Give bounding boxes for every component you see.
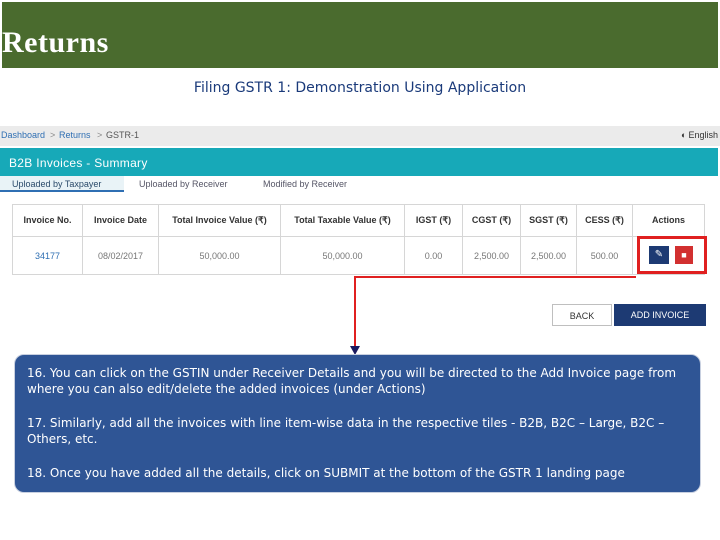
tab-modified-by-receiver[interactable]: Modified by Receiver	[263, 176, 347, 192]
cell-cess: 500.00	[576, 236, 633, 275]
col-invoice-no: Invoice No.	[12, 204, 83, 237]
cell-total-invoice-value: 50,000.00	[158, 236, 281, 275]
col-total-invoice-value: Total Invoice Value (₹)	[158, 204, 281, 237]
col-actions: Actions	[632, 204, 705, 237]
instruction-step-17: 17. Similarly, add all the invoices with…	[27, 416, 665, 446]
table-row: 34177 08/02/2017 50,000.00 50,000.00 0.0…	[12, 236, 705, 275]
cell-cgst: 2,500.00	[462, 236, 521, 275]
col-igst: IGST (₹)	[404, 204, 463, 237]
language-label: English	[688, 130, 718, 140]
tab-uploaded-by-taxpayer[interactable]: Uploaded by Taxpayer	[0, 176, 124, 192]
col-sgst: SGST (₹)	[520, 204, 577, 237]
breadcrumb-gstr1: GSTR-1	[106, 130, 140, 140]
col-cgst: CGST (₹)	[462, 204, 521, 237]
callout-connector-vertical	[354, 276, 356, 348]
cell-sgst: 2,500.00	[520, 236, 577, 275]
callout-connector-horizontal	[355, 276, 636, 278]
slide-subtitle: Filing GSTR 1: Demonstration Using Appli…	[193, 80, 527, 96]
breadcrumb-dashboard[interactable]: Dashboard	[1, 130, 45, 140]
cell-total-taxable-value: 50,000.00	[280, 236, 405, 275]
globe-icon: ◐	[681, 130, 687, 140]
language-selector[interactable]: ◐ English	[681, 130, 718, 140]
instruction-step-16: 16. You can click on the GSTIN under Rec…	[27, 366, 677, 396]
col-total-taxable-value: Total Taxable Value (₹)	[280, 204, 405, 237]
instruction-step-18: 18. Once you have added all the details,…	[27, 466, 625, 480]
col-invoice-date: Invoice Date	[82, 204, 159, 237]
tab-uploaded-by-receiver[interactable]: Uploaded by Receiver	[139, 176, 228, 192]
breadcrumb: Dashboard > Returns > GSTR-1 ◐ English	[0, 126, 720, 146]
edit-invoice-button[interactable]: ✎	[649, 246, 669, 264]
back-button[interactable]: BACK	[552, 304, 612, 326]
breadcrumb-separator: >	[97, 130, 103, 140]
slide-title: Returns	[2, 26, 109, 59]
actions-highlight-box	[637, 236, 707, 274]
summary-title: B2B Invoices - Summary	[9, 156, 148, 170]
slide-header-bar	[2, 2, 718, 68]
col-cess: CESS (₹)	[576, 204, 633, 237]
breadcrumb-returns[interactable]: Returns	[59, 130, 91, 140]
delete-invoice-button[interactable]: ■	[675, 246, 693, 264]
invoice-table: Invoice No. Invoice Date Total Invoice V…	[12, 204, 705, 275]
instructions-box: 16. You can click on the GSTIN under Rec…	[14, 354, 701, 493]
cell-igst: 0.00	[404, 236, 463, 275]
cell-invoice-date: 08/02/2017	[82, 236, 159, 275]
add-invoice-button[interactable]: ADD INVOICE	[614, 304, 706, 326]
pencil-icon: ✎	[654, 249, 664, 260]
cell-invoice-no-link[interactable]: 34177	[12, 236, 83, 275]
trash-icon: ■	[681, 250, 687, 260]
table-header-row: Invoice No. Invoice Date Total Invoice V…	[12, 204, 705, 237]
breadcrumb-separator: >	[50, 130, 56, 140]
